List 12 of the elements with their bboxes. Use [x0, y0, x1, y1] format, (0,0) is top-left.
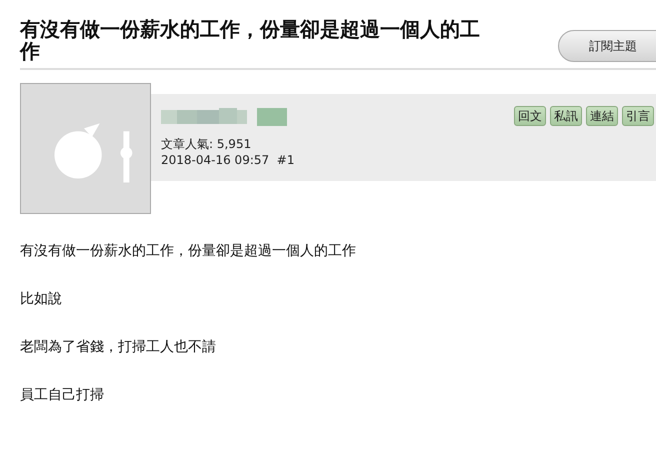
post-paragraph: 比如說 [20, 291, 63, 308]
post-paragraph: 有沒有做一份薪水的工作，份量卻是超過一個人的工作 [20, 243, 357, 260]
subscribe-button[interactable]: 訂閱主題 [558, 30, 656, 62]
post-paragraph: 老闆為了省錢，打掃工人也不請 [20, 339, 217, 356]
thread-title: 有沒有做一份薪水的工作，份量卻是超過一個人的工作 [20, 18, 481, 62]
action-button[interactable]: 私訊 [550, 106, 582, 126]
post-paragraph: 員工自己打掃 [20, 387, 105, 404]
action-button[interactable]: 引言 [622, 106, 654, 126]
action-button[interactable]: 回文 [514, 106, 546, 126]
action-button[interactable]: 連結 [586, 106, 618, 126]
post-meta: 2018-04-16 09:57 #1 [161, 152, 294, 168]
popularity-count: 文章人氣: 5,951 [161, 136, 252, 152]
